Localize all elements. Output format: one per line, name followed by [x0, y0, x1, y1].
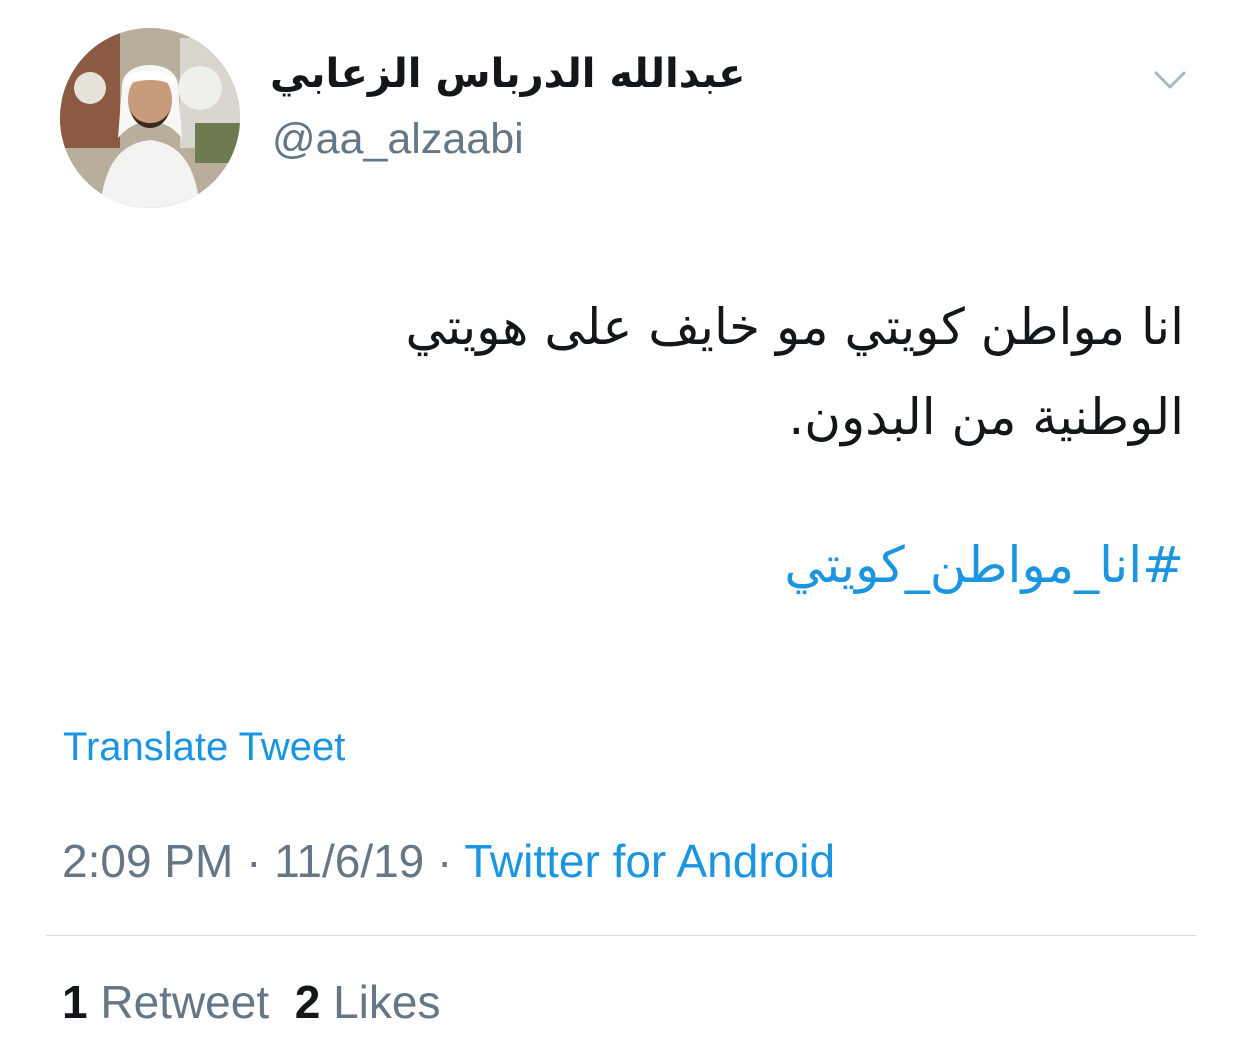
like-label: Likes [333, 976, 441, 1028]
separator-dot: · [437, 835, 453, 887]
tweet-text-line: انا مواطن كويتي مو خايف على هويتي [405, 298, 1184, 356]
tweet-metadata: 2:09 PM · 11/6/19 · Twitter for Android [62, 832, 835, 890]
separator-dot: · [246, 835, 262, 887]
translate-tweet-link[interactable]: Translate Tweet [63, 721, 345, 773]
retweet-count: 1 [62, 976, 88, 1028]
avatar-photo [60, 28, 240, 208]
hashtag-link[interactable]: #انا_مواطن_كويتي [150, 520, 1184, 610]
avatar[interactable] [60, 28, 240, 208]
divider [46, 935, 1196, 936]
likes-stat[interactable]: 2 Likes [295, 976, 441, 1028]
retweet-label: Retweet [100, 976, 270, 1028]
chevron-down-icon[interactable] [1150, 60, 1190, 100]
user-handle[interactable]: @aa_alzaabi [272, 113, 524, 165]
display-name[interactable]: عبدالله الدرباس الزعابي [270, 46, 830, 102]
tweet-date: 11/6/19 [274, 835, 425, 887]
retweets-stat[interactable]: 1 Retweet [62, 976, 269, 1028]
like-count: 2 [294, 976, 321, 1028]
tweet-text-line: الوطنية من البدون. [788, 388, 1184, 446]
tweet-text: انا مواطن كويتي مو خايف على هويتي الوطني… [150, 282, 1184, 462]
tweet-time: 2:09 PM [62, 835, 234, 887]
tweet-stats: 1 Retweet 2 Likes [62, 973, 440, 1031]
tweet-source-link[interactable]: Twitter for Android [464, 835, 835, 887]
